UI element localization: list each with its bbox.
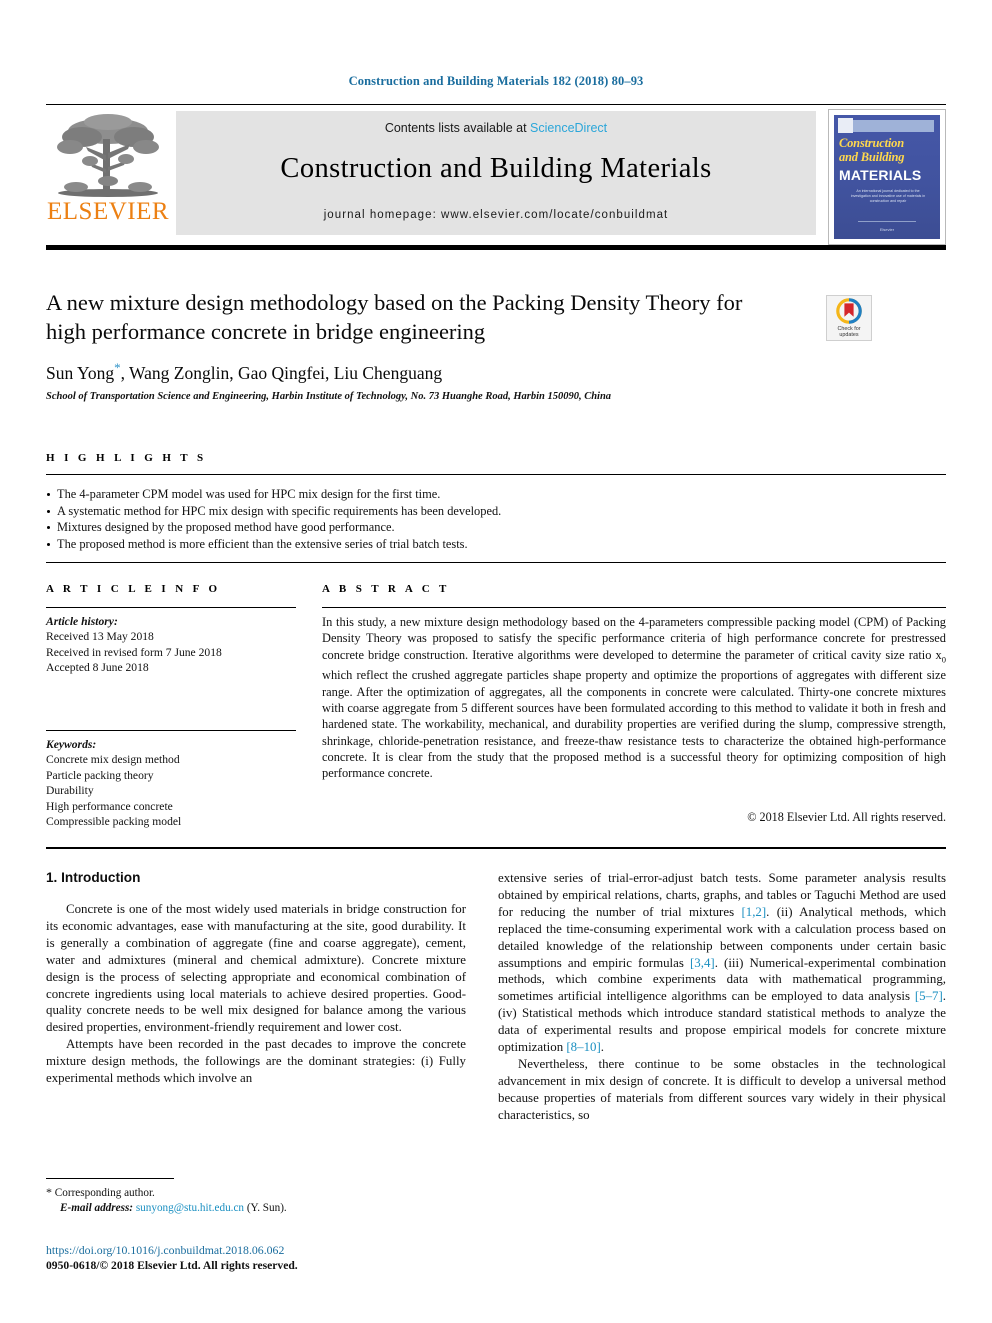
masthead-top-rule bbox=[46, 104, 946, 105]
crossmark-label-line-2: updates bbox=[839, 332, 859, 338]
keyword-item: Compressible packing model bbox=[46, 815, 182, 829]
list-item: The 4-parameter CPM model was used for H… bbox=[46, 486, 726, 503]
keywords-label: Keywords: bbox=[46, 738, 97, 751]
highlights-bottom-rule bbox=[46, 562, 946, 563]
contents-prefix-text: Contents lists available at bbox=[384, 121, 531, 135]
citation-ref[interactable]: [8–10] bbox=[566, 1040, 600, 1054]
journal-title: Construction and Building Materials bbox=[280, 153, 712, 184]
abstract-copyright: © 2018 Elsevier Ltd. All rights reserved… bbox=[747, 810, 946, 824]
abstract-part-2: which reflect the crushed aggregate part… bbox=[322, 668, 946, 781]
email-suffix: (Y. Sun). bbox=[246, 1202, 287, 1215]
crossmark-badge[interactable]: Check for updates bbox=[826, 295, 872, 341]
keyword-item: Concrete mix design method bbox=[46, 753, 180, 767]
list-item: The proposed method is more efficient th… bbox=[46, 536, 726, 553]
author-list: Sun Yong*, Wang Zonglin, Gao Qingfei, Li… bbox=[46, 360, 786, 384]
list-item: A systematic method for HPC mix design w… bbox=[46, 503, 726, 520]
page-title: A new mixture design methodology based o… bbox=[46, 290, 743, 344]
body-column-left: 1. Introduction Concrete is one of the m… bbox=[46, 870, 466, 1087]
abstract-rule bbox=[322, 607, 946, 608]
masthead-bottom-rule bbox=[46, 245, 946, 250]
paragraph-segment: . bbox=[600, 1040, 604, 1055]
author-names-rest: , Wang Zonglin, Gao Qingfei, Liu Chengua… bbox=[120, 362, 443, 383]
email-label: E-mail address: bbox=[60, 1202, 134, 1215]
cover-footer-text: Elsevier bbox=[879, 227, 895, 232]
paragraph: Nevertheless, there continue to be some … bbox=[498, 1056, 946, 1122]
crossmark-icon bbox=[836, 298, 862, 324]
article-info-heading: A R T I C L E I N F O bbox=[46, 583, 221, 595]
article-history-label: Article history: bbox=[46, 615, 118, 628]
footnote-separator-rule bbox=[46, 1178, 174, 1179]
corresponding-author-star: * bbox=[46, 1185, 52, 1199]
cover-title-line-1: Construction bbox=[839, 136, 904, 150]
article-history-accepted: Accepted 8 June 2018 bbox=[46, 661, 149, 675]
issn-copyright-line: 0950-0618/© 2018 Elsevier Ltd. All right… bbox=[46, 1259, 298, 1272]
article-first-page: Construction and Building Materials 182 … bbox=[0, 0, 992, 1323]
email-note: E-mail address: sunyong@stu.hit.edu.cn (… bbox=[46, 1201, 476, 1216]
body-column-right: extensive series of trial-error-adjust b… bbox=[498, 870, 946, 1124]
citation-ref[interactable]: [5–7] bbox=[915, 989, 943, 1003]
paragraph: Attempts have been recorded in the past … bbox=[46, 1037, 466, 1086]
email-link[interactable]: sunyong@stu.hit.edu.cn bbox=[136, 1202, 244, 1214]
list-item: Mixtures designed by the proposed method… bbox=[46, 519, 726, 536]
abstract-subscript: 0 bbox=[941, 654, 946, 665]
keyword-item: Particle packing theory bbox=[46, 768, 154, 782]
cover-footer-rule bbox=[858, 221, 916, 222]
article-history-received: Received 13 May 2018 bbox=[46, 630, 154, 644]
journal-homepage-link[interactable]: journal homepage: www.elsevier.com/locat… bbox=[176, 209, 816, 221]
paragraph: extensive series of trial-error-adjust b… bbox=[498, 870, 946, 1056]
keyword-item: High performance concrete bbox=[46, 799, 173, 813]
author-names: Sun Yong bbox=[46, 362, 115, 383]
highlights-list: The 4-parameter CPM model was used for H… bbox=[46, 486, 726, 552]
cover-blurb: An international journal dedicated to th… bbox=[850, 189, 926, 203]
abstract-bottom-rule bbox=[46, 847, 946, 849]
footnote-block: * Corresponding author. E-mail address: … bbox=[46, 1185, 476, 1216]
highlights-top-rule bbox=[46, 474, 946, 475]
article-history-revised: Received in revised form 7 June 2018 bbox=[46, 645, 222, 659]
abstract-heading: A B S T R A C T bbox=[322, 583, 450, 595]
cover-title-line-3: MATERIALS bbox=[839, 167, 922, 183]
paragraph: Concrete is one of the most widely used … bbox=[46, 902, 466, 1035]
keywords-block: Keywords: Concrete mix design method Par… bbox=[46, 737, 296, 829]
article-history: Article history: Received 13 May 2018 Re… bbox=[46, 614, 296, 676]
journal-masthead: ELSEVIER Contents lists available at Sci… bbox=[46, 109, 946, 245]
contents-available-line: Contents lists available at ScienceDirec… bbox=[176, 121, 816, 135]
abstract-text: In this study, a new mixture design meth… bbox=[322, 614, 946, 781]
highlights-heading: H I G H L I G H T S bbox=[46, 452, 207, 464]
cover-elsevier-mark-icon bbox=[838, 118, 853, 133]
corresponding-author-text: Corresponding author. bbox=[54, 1187, 155, 1199]
affiliation: School of Transportation Science and Eng… bbox=[46, 391, 612, 402]
crossmark-label: Check for updates bbox=[827, 326, 871, 338]
running-head: Construction and Building Materials 182 … bbox=[348, 74, 644, 88]
elsevier-wordmark: ELSEVIER bbox=[47, 198, 170, 225]
elsevier-tree-logo: ELSEVIER bbox=[46, 111, 170, 235]
cover-title-line-2: and Building bbox=[839, 149, 905, 164]
citation-ref[interactable]: [1,2] bbox=[741, 905, 766, 919]
abstract-part-1: In this study, a new mixture design meth… bbox=[322, 615, 946, 662]
sciencedirect-link[interactable]: ScienceDirect bbox=[530, 121, 607, 135]
corresponding-author-note: * Corresponding author. bbox=[46, 1185, 476, 1201]
doi-link[interactable]: https://doi.org/10.1016/j.conbuildmat.20… bbox=[46, 1243, 506, 1258]
masthead-panel: Contents lists available at ScienceDirec… bbox=[176, 111, 816, 235]
cover-title: Construction and Building bbox=[839, 136, 936, 164]
keyword-item: Durability bbox=[46, 784, 94, 798]
keywords-rule bbox=[46, 730, 296, 731]
cover-top-bar bbox=[840, 120, 934, 132]
article-info-rule bbox=[46, 607, 296, 608]
section-heading-introduction: 1. Introduction bbox=[46, 870, 141, 885]
journal-cover-thumbnail: Construction and Building MATERIALS An i… bbox=[828, 109, 946, 245]
cover-artwork: Construction and Building MATERIALS An i… bbox=[834, 115, 940, 239]
citation-ref[interactable]: [3,4] bbox=[690, 956, 715, 970]
